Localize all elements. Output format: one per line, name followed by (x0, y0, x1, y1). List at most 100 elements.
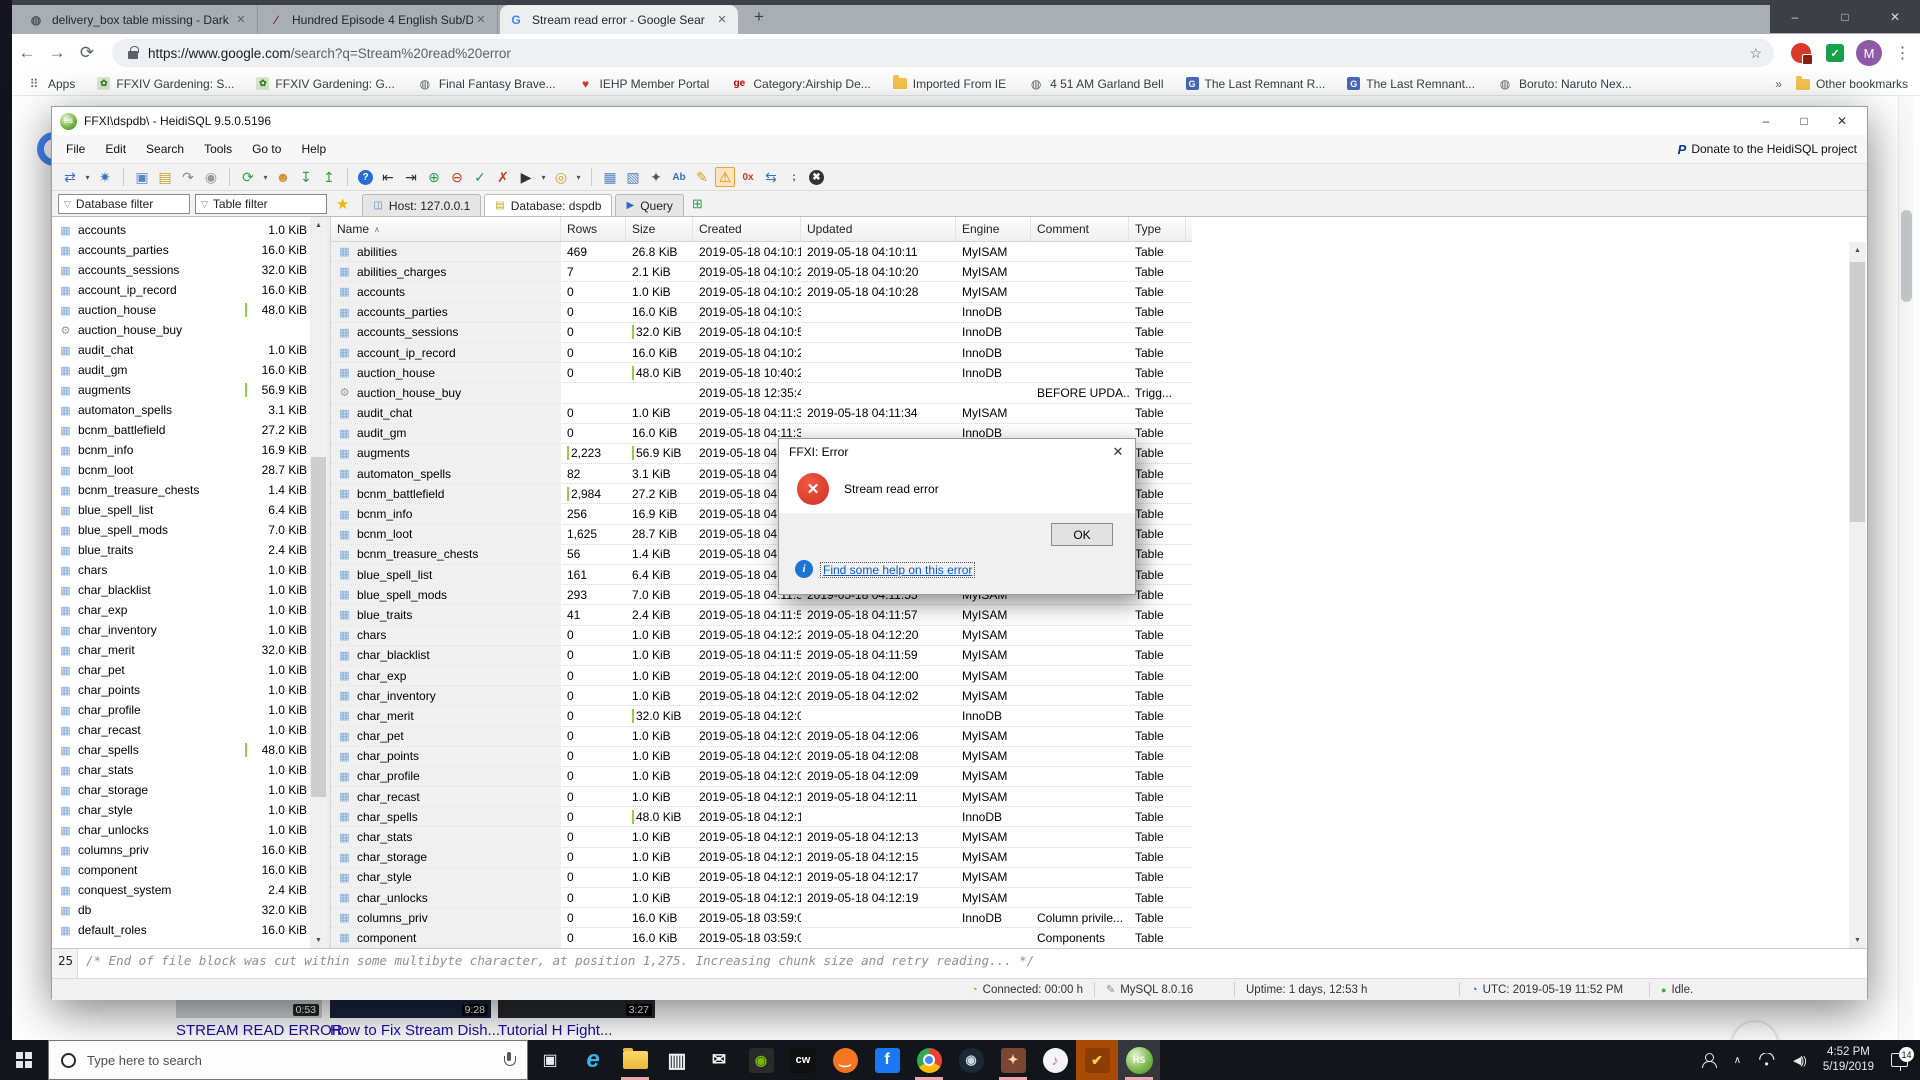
taskbar-app-crunchyroll[interactable]: ‿ (824, 1040, 866, 1080)
bookmark-item[interactable]: ♥ IEHP Member Portal (578, 76, 709, 92)
tree-item[interactable]: ▦ columns_priv 16.0 KiB (58, 840, 307, 860)
post-changes-icon[interactable]: ✓ (470, 167, 490, 187)
column-header-comment[interactable]: Comment (1031, 217, 1129, 241)
taskbar-app-microsoft-store[interactable]: ▥ (656, 1040, 698, 1080)
undo-icon[interactable]: ↷ (178, 167, 198, 187)
start-button[interactable] (0, 1040, 48, 1080)
bookmark-item[interactable]: ◍ Final Fantasy Brave... (417, 76, 556, 92)
table-row[interactable]: ▦ char_storage 0 1.0 KiB 2019-05-18 04:12:15… (331, 847, 1192, 868)
microphone-icon[interactable] (503, 1051, 516, 1069)
taskbar-clock[interactable]: 4:52 PM 5/19/2019 (1823, 1045, 1874, 1075)
taskbar-app-game[interactable]: ✦ (992, 1040, 1034, 1080)
tree-item[interactable]: ▦ bcnm_battlefield 27.2 KiB (58, 420, 307, 440)
video-thumbnail[interactable]: 9:28 (330, 999, 491, 1018)
tree-item[interactable]: ▦ accounts_parties 16.0 KiB (58, 240, 307, 260)
forward-icon[interactable]: → (42, 43, 72, 63)
tree-item[interactable]: ▦ char_storage 1.0 KiB (58, 780, 307, 800)
menu-help[interactable]: Help (291, 142, 336, 156)
tree-item[interactable]: ▦ char_merit 32.0 KiB (58, 640, 307, 660)
table-row[interactable]: ▦ char_profile 0 1.0 KiB 2019-05-18 04:12:09… (331, 766, 1192, 788)
table-row[interactable]: ▦ char_recast 0 1.0 KiB 2019-05-18 04:12:11 2… (331, 787, 1192, 808)
row-add-icon[interactable]: ⊕ (424, 167, 444, 187)
sort-icon[interactable]: Ab (669, 167, 689, 187)
ok-button[interactable]: OK (1051, 523, 1113, 546)
table-row[interactable]: ▦ component 0 16.0 KiB 2019-05-18 03:59:06 Co… (331, 928, 1192, 949)
browser-tab[interactable]: ◍ delivery_box table missing - Dark ✕ (20, 5, 258, 34)
tree-item[interactable]: ▦ audit_gm 16.0 KiB (58, 360, 307, 380)
maximize-icon[interactable]: □ (1785, 107, 1823, 135)
scrollbar-thumb[interactable] (1850, 262, 1865, 522)
taskbar-app-heidisql[interactable]: HS (1118, 1040, 1160, 1080)
session-tab[interactable]: ◫ Host: 127.0.0.1 (362, 194, 482, 216)
scroll-down-icon[interactable]: ▼ (310, 932, 327, 949)
chrome-menu-icon[interactable]: ⋮ (1886, 43, 1920, 63)
taskbar-app-edge[interactable]: e (572, 1040, 614, 1080)
table-row[interactable]: ▦ char_points 0 1.0 KiB 2019-05-18 04:12:08 2… (331, 746, 1192, 767)
column-header-type[interactable]: Type (1129, 217, 1186, 241)
tree-item[interactable]: ▦ char_style 1.0 KiB (58, 800, 307, 820)
scroll-down-icon[interactable]: ▼ (1849, 932, 1866, 949)
donate-link[interactable]: P Donate to the HeidiSQL project (1678, 135, 1857, 163)
extension-checker-icon[interactable]: ✓ (1818, 44, 1852, 62)
help-icon[interactable]: ? (358, 169, 373, 185)
people-icon[interactable] (1701, 1052, 1717, 1068)
favorites-star-icon[interactable]: ★ (336, 195, 349, 213)
reload-icon[interactable]: ⟳ (72, 43, 102, 63)
tree-item[interactable]: ▦ char_inventory 1.0 KiB (58, 620, 307, 640)
taskbar-app-file-explorer[interactable] (614, 1040, 656, 1080)
menu-go-to[interactable]: Go to (242, 142, 291, 156)
tab-close-icon[interactable]: ✕ (473, 13, 489, 26)
filter-warning-icon[interactable]: ⚠ (715, 167, 735, 187)
table-row[interactable]: ▦ char_merit 0 32.0 KiB 2019-05-18 04:12:04 I… (331, 706, 1192, 727)
taskbar-app-cw-app[interactable]: cw (782, 1040, 824, 1080)
tree-item[interactable]: ▦ char_exp 1.0 KiB (58, 600, 307, 620)
video-result-link[interactable]: STREAM READ ERROR (176, 1022, 343, 1039)
table-row[interactable]: ▦ char_blacklist 0 1.0 KiB 2019-05-18 04:11:… (331, 645, 1192, 666)
tree-item[interactable]: ▦ blue_traits 2.4 KiB (58, 540, 307, 560)
heidisql-titlebar[interactable]: HS FFXI\dspdb\ - HeidiSQL 9.5.0.5196 – □… (52, 107, 1867, 135)
taskbar-app-playonline[interactable]: ✔ (1076, 1040, 1118, 1080)
table-filter-input[interactable]: ▽ Table filter (195, 194, 327, 214)
table-row[interactable]: ▦ char_spells 0 48.0 KiB 2019-05-18 04:12:12… (331, 807, 1192, 828)
table-row[interactable]: ▦ chars 0 1.0 KiB 2019-05-18 04:12:20 2019-05… (331, 625, 1192, 646)
column-header-updated[interactable]: Updated (801, 217, 956, 241)
bookmark-item[interactable]: ✿ FFXIV Gardening: S... (97, 76, 234, 92)
session-dropdown-icon[interactable]: ▾ (83, 167, 92, 187)
dialog-titlebar[interactable]: FFXI: Error (779, 439, 1135, 465)
refresh-icon[interactable]: ⟳ (238, 167, 258, 187)
tab-close-icon[interactable]: ✕ (714, 13, 730, 26)
search-binoculars-icon[interactable]: ✦ (646, 167, 666, 187)
table-row[interactable]: ▦ account_ip_record 0 16.0 KiB 2019-05-18 04… (331, 342, 1192, 364)
address-bar[interactable]: https://www.google.com /search?q=Stream%… (112, 39, 1774, 67)
volume-icon[interactable]: ◀)) (1793, 1054, 1807, 1067)
user-manager-icon[interactable]: ☻ (273, 167, 293, 187)
column-header-name[interactable]: Name ∧ (331, 217, 561, 241)
new-query-tab-icon[interactable]: ⊞ (692, 196, 703, 212)
profile-avatar[interactable]: M (1852, 40, 1886, 66)
menu-tools[interactable]: Tools (194, 142, 242, 156)
table-row[interactable]: ▦ char_exp 0 1.0 KiB 2019-05-18 04:12:00 2019… (331, 665, 1192, 687)
bookmark-item[interactable]: ⠿ Apps (26, 76, 76, 92)
video-thumbnail[interactable]: 3:27 (498, 999, 655, 1018)
tree-item[interactable]: ▦ blue_spell_mods 7.0 KiB (58, 520, 307, 540)
cancel-changes-icon[interactable]: ✗ (493, 167, 513, 187)
tree-item[interactable]: ▦ char_stats 1.0 KiB (58, 760, 307, 780)
nav-last-icon[interactable]: ⇥ (401, 167, 421, 187)
tree-item[interactable]: ▦ char_pet 1.0 KiB (58, 660, 307, 680)
tree-item[interactable]: ▦ component 16.0 KiB (58, 860, 307, 880)
tree-item[interactable]: ▦ bcnm_info 16.9 KiB (58, 440, 307, 460)
table-row[interactable]: ▦ abilities 469 26.8 KiB 2019-05-18 04:10:11… (331, 242, 1192, 263)
taskbar-app-chrome[interactable] (908, 1040, 950, 1080)
page-scrollbar[interactable] (1898, 96, 1913, 1040)
session-tab[interactable]: ▤ Database: dspdb (484, 194, 613, 216)
table-row[interactable]: ▦ accounts_parties 0 16.0 KiB 2019-05-18 04:… (331, 302, 1192, 323)
tree-item[interactable]: ▦ conquest_system 2.4 KiB (58, 880, 307, 900)
column-header-engine[interactable]: Engine (956, 217, 1031, 241)
copy-icon[interactable]: ▣ (132, 167, 152, 187)
tree-item[interactable]: ▦ db 32.0 KiB (58, 900, 307, 920)
save-icon[interactable]: ▦ (600, 167, 620, 187)
task-view-button[interactable]: ▣ (528, 1040, 572, 1080)
feedback-fab[interactable] (1732, 1021, 1778, 1040)
bookmark-item[interactable]: G The Last Remnant R... (1185, 76, 1325, 92)
column-header-created[interactable]: Created (693, 217, 801, 241)
